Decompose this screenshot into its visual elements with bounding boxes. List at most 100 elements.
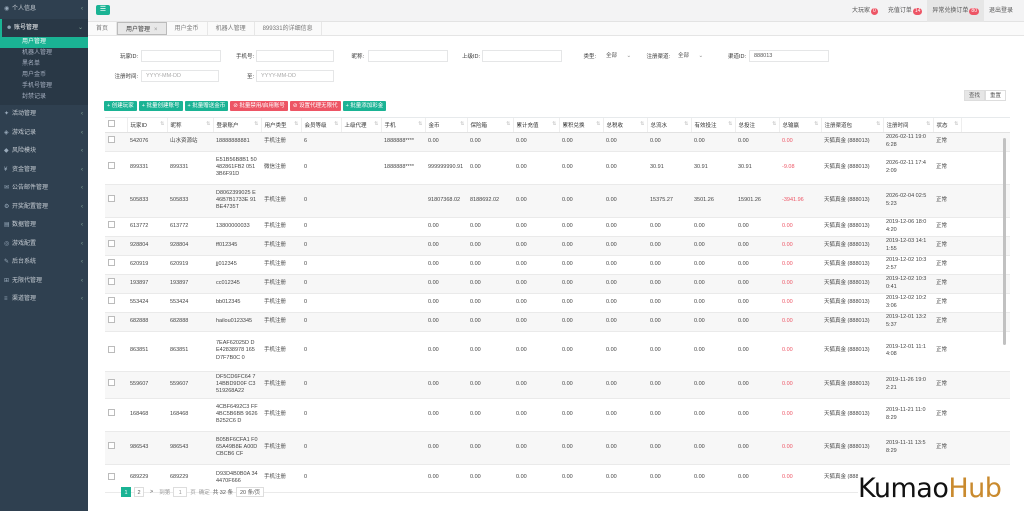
cell-id[interactable]: 928804 [127, 236, 167, 256]
cell-id[interactable]: 682888 [127, 312, 167, 332]
action-button-2[interactable]: + 批量赠送金币 [184, 101, 229, 111]
sort-icon[interactable]: ⇅ [160, 121, 164, 127]
user-table-container[interactable]: 玩家ID ⇅ 昵称 ⇅ 登录账户 ⇅ 用户类型 ⇅ 会员等级 ⇅ 上级代理 ⇅ 手机 ⇅ 金币 ⇅ 保险箱 ⇅ 累计… [105, 117, 1010, 511]
sidebar-item-4[interactable]: ◆ 风险模块 ‹ [0, 142, 88, 161]
sort-icon[interactable]: ⇅ [954, 121, 958, 127]
cell-id[interactable]: 542076 [127, 132, 167, 152]
close-icon[interactable]: × [154, 27, 158, 33]
row-checkbox-cell[interactable] [105, 151, 127, 185]
search-button[interactable]: 查找 [964, 90, 986, 101]
table-row[interactable]: 863851 863851 7EAF62025D DE42838978 165D7F… [105, 331, 1010, 372]
sidebar-item-3[interactable]: ◈ 游戏记录 ‹ [0, 124, 88, 143]
row-checkbox[interactable] [108, 195, 115, 203]
top-link-3[interactable]: 退出登录 [984, 0, 1018, 22]
sidebar-item-12[interactable]: ≡ 渠道管理 ‹ [0, 290, 88, 309]
row-checkbox-cell[interactable] [105, 398, 127, 432]
row-checkbox-cell[interactable] [105, 132, 127, 152]
sidebar-item-8[interactable]: ▤ 数据管理 ‹ [0, 216, 88, 235]
menu-toggle-icon[interactable]: ☰ [96, 5, 110, 15]
action-button-0[interactable]: + 创建玩家 [104, 101, 137, 111]
cell-id[interactable]: 559607 [127, 371, 167, 399]
column-header-4[interactable]: 会员等级 ⇅ [301, 118, 342, 133]
select-all-checkbox-cell[interactable] [105, 118, 128, 133]
sidebar-item-7[interactable]: ⚙ 开奖配置管理 ‹ [0, 198, 88, 217]
sidebar-subitem-1[interactable]: 机器人管理 [0, 48, 88, 59]
sort-icon[interactable]: ⇅ [814, 121, 818, 127]
row-checkbox[interactable] [108, 316, 115, 324]
column-header-8[interactable]: 保险箱 ⇅ [467, 118, 514, 133]
column-header-10[interactable]: 累积兑换 ⇅ [559, 118, 604, 133]
action-button-1[interactable]: + 批量创建账号 [138, 101, 183, 111]
column-header-13[interactable]: 有效投注 ⇅ [691, 118, 736, 133]
row-checkbox-cell[interactable] [105, 184, 127, 218]
cell-id[interactable]: 193897 [127, 274, 167, 294]
sidebar-subitem-3[interactable]: 用户金币 [0, 70, 88, 81]
cell-id[interactable]: 863851 [127, 331, 167, 372]
row-checkbox-cell[interactable] [105, 293, 127, 313]
sort-icon[interactable]: ⇅ [334, 121, 338, 127]
table-row[interactable]: 193897 193897 cc012345 手机注册 0 0.00 0.00 0.00 0.0… [105, 274, 1010, 294]
row-checkbox[interactable] [108, 297, 115, 305]
cell-id[interactable]: 553424 [127, 293, 167, 313]
column-header-1[interactable]: 昵称 ⇅ [167, 118, 214, 133]
column-header-14[interactable]: 总投注 ⇅ [735, 118, 780, 133]
tab-4[interactable]: 899331的详细信息 [255, 22, 322, 35]
row-checkbox[interactable] [108, 162, 115, 170]
tab-1[interactable]: 用户管理 × [117, 22, 167, 35]
column-header-7[interactable]: 金币 ⇅ [425, 118, 468, 133]
sort-icon[interactable]: ⇅ [876, 121, 880, 127]
row-checkbox[interactable] [108, 240, 115, 248]
top-link-1[interactable]: 充值订单 14 [883, 0, 928, 22]
table-row[interactable]: 505833 505833 D8062399025 E46B7B1733E 91BE… [105, 184, 1010, 218]
nickname-input[interactable] [368, 50, 448, 62]
sort-icon[interactable]: ⇅ [596, 121, 600, 127]
column-header-6[interactable]: 手机 ⇅ [381, 118, 426, 133]
sort-icon[interactable]: ⇅ [728, 121, 732, 127]
sidebar-item-9[interactable]: ◎ 游戏配置 ‹ [0, 235, 88, 254]
sidebar-subitem-5[interactable]: 封禁记录 [0, 92, 88, 103]
page-button-2[interactable]: 2 [134, 487, 144, 497]
sort-icon[interactable]: ⇅ [254, 121, 258, 127]
per-page-select[interactable]: 20 条/页 [235, 487, 265, 497]
page-button-1[interactable]: 1 [121, 487, 131, 497]
type-select[interactable]: 全部 ⌄ [604, 50, 634, 62]
column-header-2[interactable]: 登录账户 ⇅ [213, 118, 262, 133]
table-row[interactable]: 899331 899331 E51B56B8B1 50482861FB2 0513B… [105, 151, 1010, 185]
sort-icon[interactable]: ⇅ [552, 121, 556, 127]
phone-input[interactable] [256, 50, 334, 62]
sort-icon[interactable]: ⇅ [684, 121, 688, 127]
channel-id-input[interactable]: 888013 [749, 50, 829, 62]
sort-icon[interactable]: ⇅ [374, 121, 378, 127]
column-header-11[interactable]: 总税收 ⇅ [603, 118, 648, 133]
reg-channel-select[interactable]: 全部 ⌄ [676, 50, 712, 62]
column-header-16[interactable]: 注册渠道包 ⇅ [821, 118, 884, 133]
row-checkbox-cell[interactable] [105, 255, 127, 275]
go-button[interactable]: 确定 [199, 488, 210, 496]
row-checkbox-cell[interactable] [105, 312, 127, 332]
select-all-checkbox[interactable] [108, 120, 115, 128]
player-id-input[interactable] [141, 50, 221, 62]
row-checkbox-cell[interactable] [105, 431, 127, 465]
row-checkbox[interactable] [108, 442, 115, 450]
table-row[interactable]: 986543 986543 B05BF6CFA1 F065A49B8E A00DCB… [105, 431, 1010, 465]
sidebar-subitem-0[interactable]: 用户管理 [0, 37, 88, 48]
sidebar-subitem-4[interactable]: 手机号管理 [0, 81, 88, 92]
table-row[interactable]: 613772 613772 13800000033 手机注册 0 0.00 0.00 0.00… [105, 217, 1010, 237]
table-row[interactable]: 928804 928804 ff012345 手机注册 0 0.00 0.00 0.00 0.0… [105, 236, 1010, 256]
column-header-12[interactable]: 总流水 ⇅ [647, 118, 692, 133]
next-page-icon[interactable]: > [147, 489, 156, 495]
sort-icon[interactable]: ⇅ [772, 121, 776, 127]
sort-icon[interactable]: ⇅ [294, 121, 298, 127]
top-link-2[interactable]: 异常兑换订单 80 [927, 0, 984, 22]
page-jump-input[interactable]: 1 [173, 487, 188, 497]
cell-id[interactable]: 986543 [127, 431, 167, 465]
column-header-15[interactable]: 总输赢 ⇅ [779, 118, 822, 133]
sidebar-item-10[interactable]: ✎ 后台系统 ‹ [0, 253, 88, 272]
reset-button[interactable]: 重置 [985, 90, 1007, 101]
sort-icon[interactable]: ⇅ [206, 121, 210, 127]
action-button-5[interactable]: + 批量添加彩金 [342, 101, 387, 111]
parent-id-input[interactable] [482, 50, 562, 62]
column-header-3[interactable]: 用户类型 ⇅ [261, 118, 302, 133]
top-link-0[interactable]: 大玩家 0 [847, 0, 883, 22]
table-row[interactable]: 542076 山水资源站 18888888881 手机注册 6 1888888**** 0.… [105, 132, 1010, 152]
